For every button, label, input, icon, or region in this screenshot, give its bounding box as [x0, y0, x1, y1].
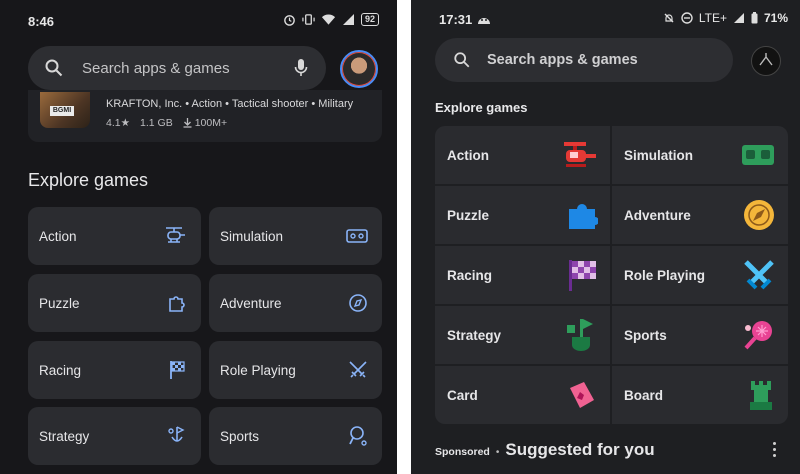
- category-action[interactable]: Action: [28, 207, 201, 265]
- app-card[interactable]: BGMI KRAFTON, Inc. • Action • Tactical s…: [28, 90, 382, 142]
- signal-icon: [733, 13, 744, 23]
- mute-icon: [664, 13, 674, 23]
- search-icon: [45, 59, 63, 77]
- search-bar[interactable]: Search apps & games: [28, 46, 326, 90]
- status-bar: 17:31 LTE+ 71%: [411, 0, 800, 40]
- battery-percent: 71%: [763, 11, 788, 25]
- suggested-header: Sponsored • Suggested for you: [435, 440, 655, 460]
- more-options-icon[interactable]: [772, 442, 778, 458]
- category-adventure[interactable]: Adventure: [209, 274, 382, 332]
- search-placeholder: Search apps & games: [487, 52, 638, 68]
- crossed-swords-outline-icon: [349, 361, 367, 378]
- android-notification-icon: [478, 18, 490, 24]
- category-role-playing[interactable]: Role Playing: [612, 246, 788, 304]
- golf-flag-icon: [567, 319, 593, 351]
- alarm-icon: [284, 15, 295, 26]
- microphone-icon[interactable]: [294, 58, 308, 78]
- vibrate-icon: [302, 14, 315, 25]
- helicopter-icon: [564, 142, 596, 167]
- category-label: Racing: [39, 362, 82, 378]
- app-icon-text: BGMI: [50, 106, 74, 116]
- racket-outline-icon: [349, 426, 367, 446]
- category-sports[interactable]: Sports: [612, 306, 788, 364]
- category-label: Adventure: [220, 295, 282, 311]
- vr-headset-outline-icon: [346, 229, 368, 243]
- left-phone-screen: 8:46 92 Search apps & games BGMI KRAFTON…: [0, 0, 397, 474]
- category-simulation[interactable]: Simulation: [612, 126, 788, 184]
- category-label: Puzzle: [39, 295, 80, 311]
- category-label: Strategy: [39, 428, 90, 444]
- status-time: 8:46: [28, 14, 55, 29]
- category-sports[interactable]: Sports: [209, 407, 382, 465]
- network-type: LTE+: [698, 11, 727, 25]
- puzzle-icon: [569, 204, 598, 229]
- category-strategy[interactable]: Strategy: [28, 407, 201, 465]
- signal-icon: [342, 14, 354, 25]
- category-puzzle[interactable]: Puzzle: [28, 274, 201, 332]
- category-label: Simulation: [220, 228, 284, 244]
- status-time: 17:31: [439, 12, 473, 27]
- category-label: Puzzle: [447, 207, 490, 223]
- category-label: Action: [447, 147, 489, 163]
- section-title: Explore games: [28, 170, 149, 190]
- category-action[interactable]: Action: [435, 126, 610, 184]
- golf-flag-outline-icon: [168, 426, 185, 442]
- category-role-playing[interactable]: Role Playing: [209, 341, 382, 399]
- app-rating: 4.1★: [106, 117, 131, 129]
- app-size: 1.1 GB: [140, 117, 173, 129]
- crossed-swords-icon: [744, 260, 774, 290]
- category-adventure[interactable]: Adventure: [612, 186, 788, 244]
- profile-avatar[interactable]: [340, 50, 378, 88]
- vr-headset-icon: [742, 145, 774, 165]
- app-icon-image: BGMI: [40, 92, 90, 128]
- card-icon: [570, 382, 594, 408]
- profile-image-icon: [759, 53, 773, 66]
- wifi-icon: [321, 14, 336, 25]
- category-simulation[interactable]: Simulation: [209, 207, 382, 265]
- chess-piece-icon: [750, 381, 772, 410]
- category-label: Card: [447, 387, 478, 403]
- category-card[interactable]: Card: [435, 366, 610, 424]
- category-label: Adventure: [624, 207, 691, 223]
- category-label: Role Playing: [624, 267, 706, 283]
- status-bar: 8:46 92: [0, 0, 397, 40]
- search-icon: [454, 52, 470, 68]
- battery-icon: [751, 12, 758, 24]
- category-label: Sports: [220, 428, 260, 444]
- category-label: Simulation: [624, 147, 694, 163]
- checkered-flag-icon: [569, 260, 596, 291]
- category-racing[interactable]: Racing: [28, 341, 201, 399]
- category-label: Role Playing: [220, 362, 296, 378]
- category-label: Board: [624, 387, 664, 403]
- category-label: Action: [39, 228, 77, 244]
- category-puzzle[interactable]: Puzzle: [435, 186, 610, 244]
- category-racing[interactable]: Racing: [435, 246, 610, 304]
- checkered-flag-outline-icon: [170, 361, 185, 379]
- helicopter-outline-icon: [166, 227, 185, 243]
- puzzle-outline-icon: [169, 296, 185, 312]
- suggested-title: Suggested for you: [505, 440, 655, 459]
- category-label: Strategy: [447, 327, 502, 343]
- category-label: Sports: [624, 327, 667, 343]
- app-developer-line: KRAFTON, Inc. • Action • Tactical shoote…: [106, 98, 354, 110]
- category-strategy[interactable]: Strategy: [435, 306, 610, 364]
- search-placeholder: Search apps & games: [82, 59, 230, 77]
- download-icon: [183, 118, 192, 128]
- racket-icon: [744, 321, 772, 350]
- separator-dot: •: [495, 447, 500, 458]
- compass-outline-icon: [349, 294, 367, 312]
- section-title: Explore games: [435, 100, 528, 115]
- sponsored-label: Sponsored: [435, 446, 490, 458]
- app-downloads: 100M+: [194, 117, 228, 129]
- category-board[interactable]: Board: [612, 366, 788, 424]
- search-bar[interactable]: Search apps & games: [435, 38, 733, 82]
- battery-indicator: 92: [360, 13, 379, 26]
- right-phone-screen: 17:31 LTE+ 71% Search apps & games Explo…: [411, 0, 800, 474]
- do-not-disturb-icon: [681, 12, 693, 24]
- category-label: Racing: [447, 267, 493, 283]
- profile-avatar[interactable]: [751, 46, 781, 76]
- compass-icon: [744, 200, 774, 230]
